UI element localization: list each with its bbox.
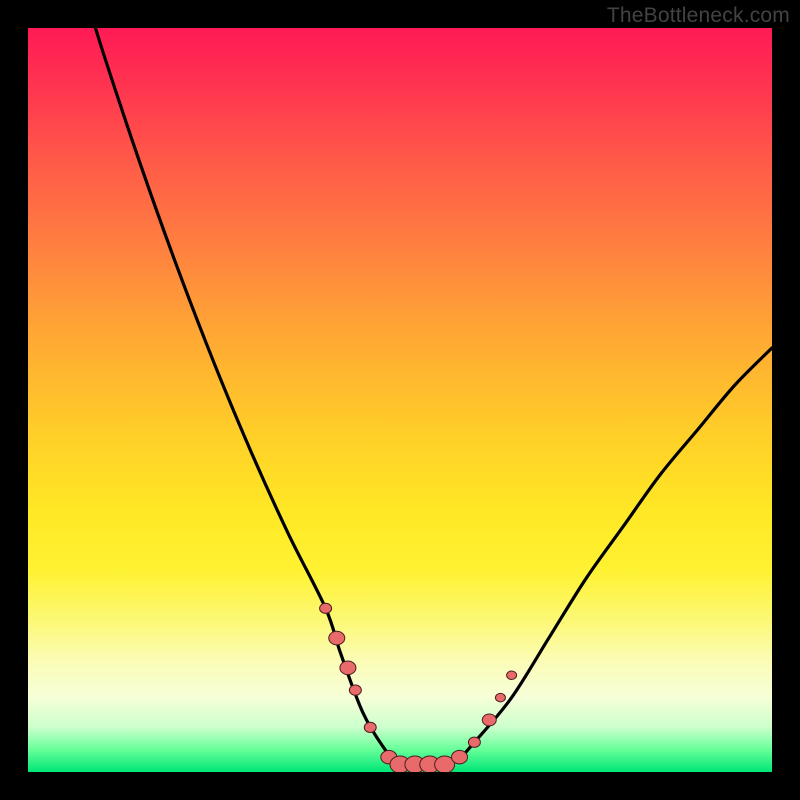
bottleneck-curve bbox=[28, 28, 772, 766]
data-marker bbox=[320, 603, 332, 613]
watermark-label: TheBottleneck.com bbox=[607, 4, 790, 28]
data-marker bbox=[340, 661, 356, 675]
data-marker bbox=[482, 714, 496, 726]
data-marker bbox=[495, 693, 505, 702]
data-marker bbox=[452, 750, 468, 764]
data-marker bbox=[468, 737, 480, 747]
data-marker bbox=[329, 631, 345, 645]
data-marker bbox=[507, 671, 517, 680]
data-marker bbox=[364, 722, 376, 732]
data-marker bbox=[349, 685, 361, 695]
chart-frame: TheBottleneck.com bbox=[0, 0, 800, 800]
plot-area bbox=[28, 28, 772, 772]
bottleneck-chart bbox=[28, 28, 772, 772]
